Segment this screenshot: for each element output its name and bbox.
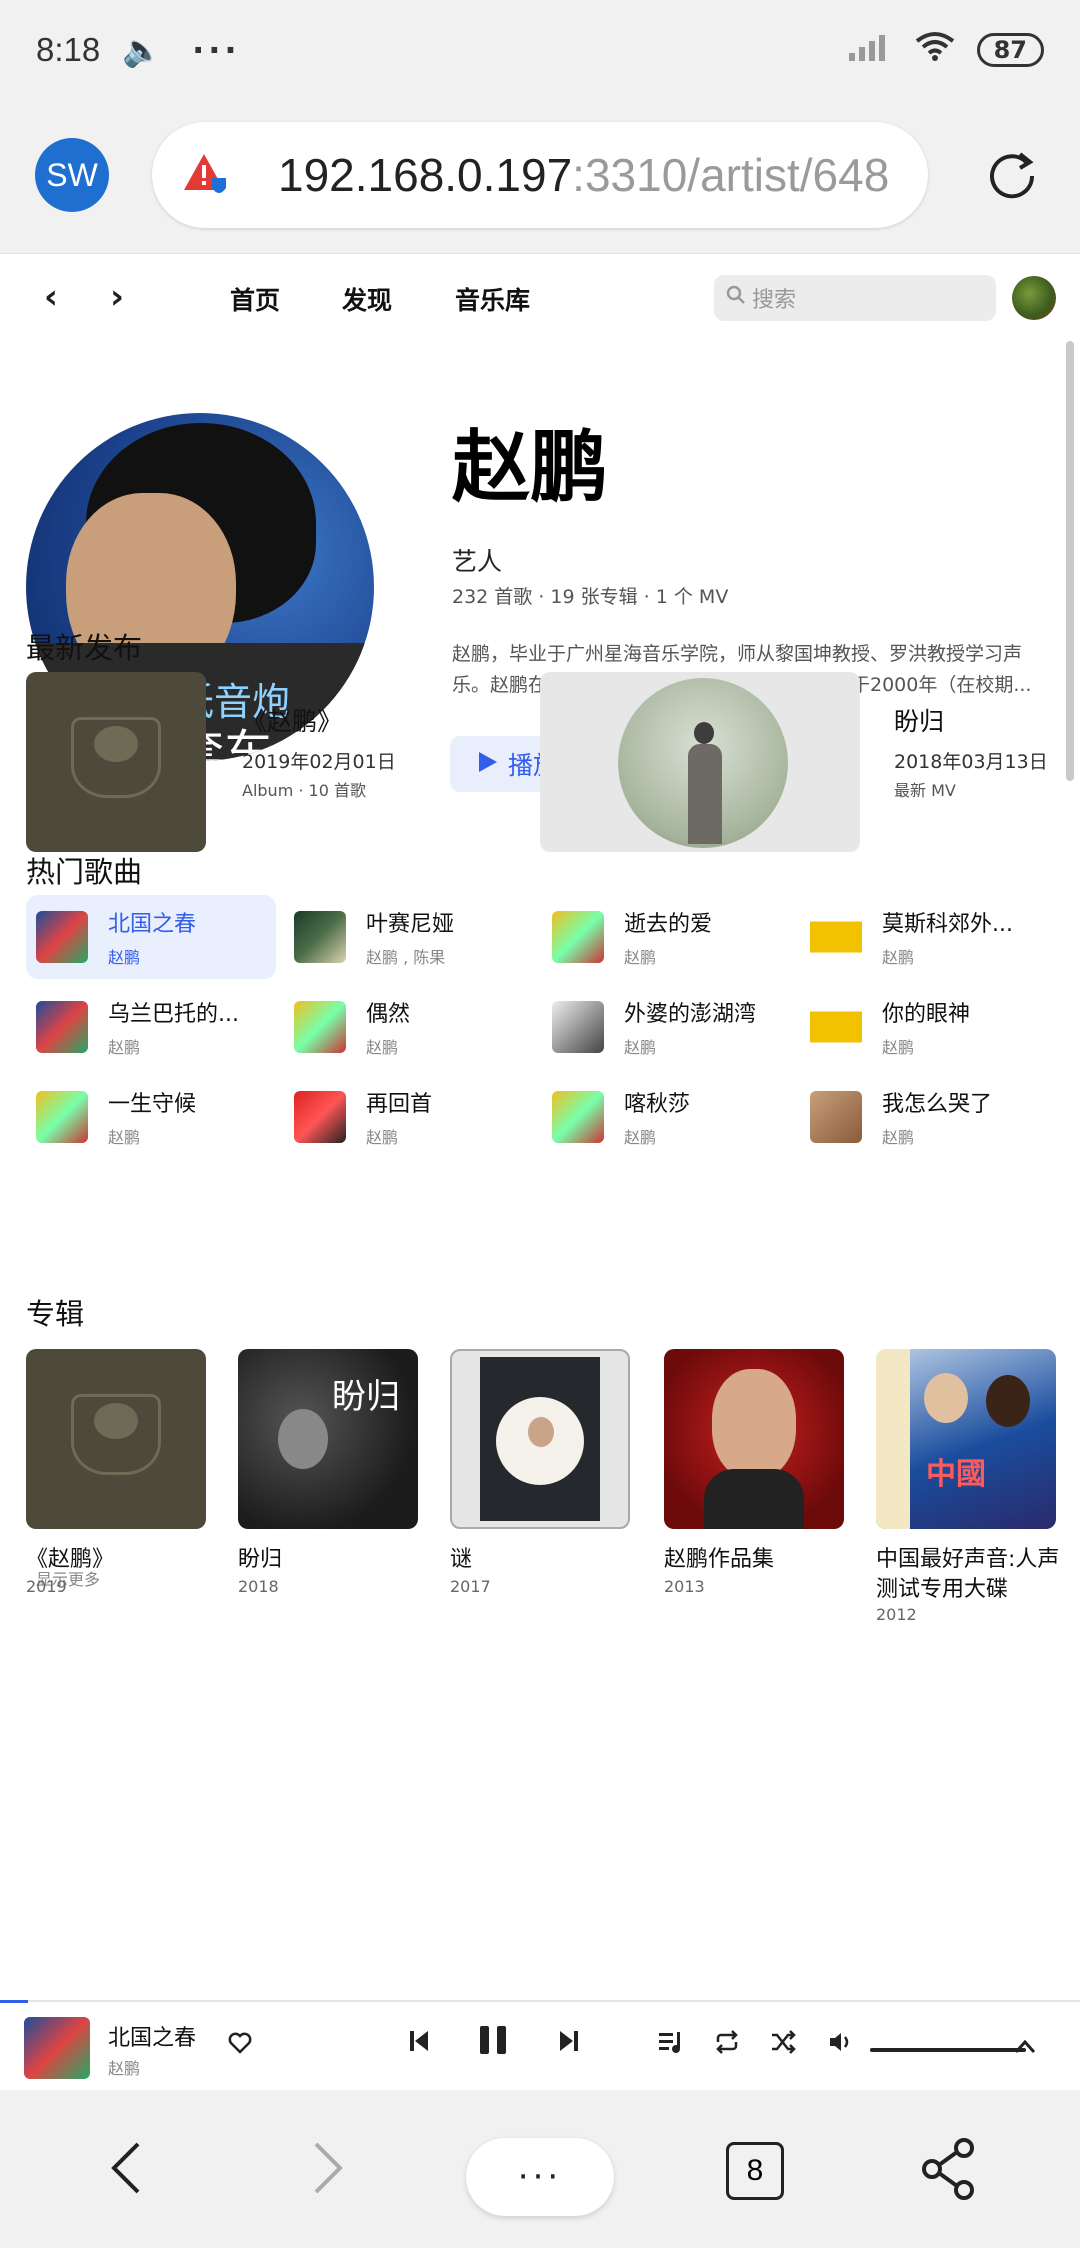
artist-stats: 232 首歌 · 19 张专辑 · 1 个 MV (452, 586, 729, 608)
volume-icon: 🔈 (122, 31, 163, 69)
album-cover[interactable] (26, 1349, 206, 1529)
latest-mv-cover[interactable] (540, 672, 860, 852)
album-title[interactable]: 盼归 (238, 1545, 418, 1575)
search-icon (726, 285, 746, 311)
album-title[interactable]: 谜 (450, 1545, 630, 1575)
repeat-icon[interactable] (714, 2028, 740, 2061)
song-item[interactable]: 叶赛尼娅 赵鹏 , 陈果 (284, 895, 534, 979)
now-playing-title[interactable]: 北国之春 (108, 2020, 196, 2052)
song-item[interactable]: 莫斯科郊外... 赵鹏 (800, 895, 1050, 979)
search-placeholder: 搜索 (752, 288, 797, 313)
music-player-bar: 北国之春 赵鹏 (0, 2000, 1080, 2090)
profile-avatar[interactable]: SW (35, 138, 109, 212)
album-year: 2012 (876, 1605, 917, 1624)
signal-icon (848, 31, 893, 69)
more-notifications-icon: ··· (192, 31, 241, 69)
reload-icon[interactable] (976, 140, 1048, 212)
section-albums-title: 专辑 (26, 1297, 85, 1331)
top-nav: ‹ › 首页 发现 音乐库 搜索 (0, 255, 1080, 339)
album-cover[interactable] (664, 1349, 844, 1529)
forward-chevron-icon[interactable]: › (110, 277, 124, 317)
latest-album-meta: Album · 10 首歌 (242, 781, 366, 800)
previous-track-icon[interactable] (408, 2028, 430, 2061)
browser-back-icon[interactable] (108, 2140, 144, 2200)
now-playing-artist[interactable]: 赵鹏 (108, 2055, 140, 2079)
status-bar: 8:18 🔈 ··· 87 (0, 0, 1080, 100)
now-playing-cover[interactable] (24, 2017, 90, 2079)
song-item[interactable]: 偶然 赵鹏 (284, 985, 534, 1069)
artist-name: 赵鹏 (452, 423, 609, 513)
status-time: 8:18 (36, 31, 101, 68)
page-scrollbar[interactable] (1066, 341, 1074, 781)
battery-indicator: 87 (976, 33, 1044, 67)
back-chevron-icon[interactable]: ‹ (44, 277, 58, 317)
album-year: 2013 (664, 1577, 705, 1596)
song-item[interactable]: 你的眼神 赵鹏 (800, 985, 1050, 1069)
artist-role: 艺人 (452, 547, 503, 576)
song-item[interactable]: 乌兰巴托的... 赵鹏 (26, 985, 276, 1069)
section-latest-title: 最新发布 (26, 631, 143, 665)
album-title[interactable]: 赵鹏作品集 (664, 1545, 844, 1575)
song-item[interactable]: 一生守候 赵鹏 (26, 1075, 276, 1159)
play-icon (478, 750, 498, 779)
album-cover[interactable] (450, 1349, 630, 1529)
playlist-icon[interactable] (658, 2028, 684, 2061)
address-bar[interactable]: 192.168.0.197:3310/artist/648 (152, 122, 928, 228)
nav-library[interactable]: 音乐库 (455, 281, 530, 317)
search-input[interactable]: 搜索 (714, 275, 996, 321)
tab-switcher-button[interactable]: 8 (726, 2142, 784, 2200)
next-track-icon[interactable] (558, 2028, 580, 2061)
browser-toolbar: SW 192.168.0.197:3310/artist/648 (0, 100, 1080, 254)
album-title[interactable]: 《赵鹏》 (26, 1545, 206, 1575)
song-item[interactable]: 外婆的澎湖湾 赵鹏 (542, 985, 792, 1069)
user-avatar[interactable] (1012, 276, 1056, 320)
heart-icon[interactable] (228, 2028, 252, 2061)
url-host: 192.168.0.197 (278, 149, 573, 201)
album-cover[interactable]: 盼归 (238, 1349, 418, 1529)
shuffle-icon[interactable] (770, 2028, 796, 2061)
nav-discover[interactable]: 发现 (342, 281, 392, 317)
album-year: 2018 (238, 1577, 279, 1596)
wifi-icon (915, 31, 955, 69)
album-title[interactable]: 中国最好声音:人声测试专用大碟 (876, 1545, 1066, 1605)
song-item[interactable]: 喀秋莎 赵鹏 (542, 1075, 792, 1159)
browser-menu-button[interactable]: ··· (466, 2138, 614, 2216)
section-hot-title: 热门歌曲 (26, 855, 143, 889)
song-item[interactable]: 逝去的爱 赵鹏 (542, 895, 792, 979)
album-year: 2017 (450, 1577, 491, 1596)
latest-mv-title[interactable]: 盼归 (894, 702, 944, 738)
volume-slider[interactable] (870, 2048, 1026, 2052)
browser-forward-icon[interactable] (310, 2140, 346, 2200)
browser-bottom-bar: ··· 8 (0, 2090, 1080, 2248)
latest-mv-meta: 最新 MV (894, 781, 956, 800)
not-secure-warning-icon[interactable] (182, 150, 232, 200)
url-path: :3310/artist/648 (572, 149, 890, 201)
latest-mv-date: 2018年03月13日 (894, 751, 1048, 773)
song-item[interactable]: 北国之春 赵鹏 (26, 895, 276, 979)
song-item[interactable]: 再回首 赵鹏 (284, 1075, 534, 1159)
chevron-up-icon[interactable] (1014, 2028, 1036, 2061)
latest-album-date: 2019年02月01日 (242, 751, 396, 773)
album-year: 2019 (26, 1577, 67, 1596)
nav-home[interactable]: 首页 (230, 281, 280, 317)
volume-icon[interactable] (828, 2028, 854, 2061)
song-item[interactable]: 我怎么哭了 赵鹏 (800, 1075, 1050, 1159)
share-icon[interactable] (920, 2138, 978, 2204)
latest-album-cover[interactable] (26, 672, 206, 852)
pause-icon[interactable] (478, 2024, 508, 2063)
latest-album-title[interactable]: 《赵鹏》 (242, 702, 342, 738)
web-page: ‹ › 首页 发现 音乐库 搜索 3 低音炮 套车 赵鹏 艺人 232 首歌 ·… (0, 255, 1080, 2000)
playback-progress[interactable] (0, 2000, 28, 2003)
album-cover[interactable]: 中國 (876, 1349, 1056, 1529)
